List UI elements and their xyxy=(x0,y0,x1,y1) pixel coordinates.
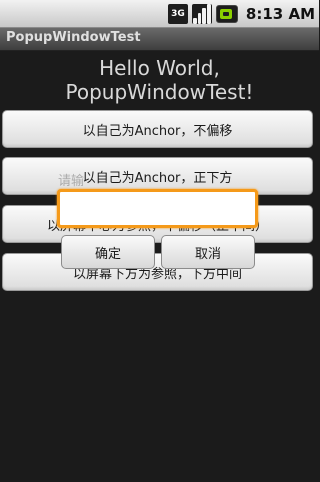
hello-line-1: Hello World, xyxy=(99,56,220,80)
popup-text-input[interactable] xyxy=(57,189,258,228)
ok-button-label: 确定 xyxy=(94,246,121,262)
app-title-bar: PopupWindowTest xyxy=(0,28,319,51)
network-3g-icon: 3G xyxy=(167,4,188,24)
app-title: PopupWindowTest xyxy=(6,30,141,45)
status-time: 8:13 AM xyxy=(245,5,315,23)
button-label: 以自己为Anchor，不偏移 xyxy=(82,123,233,139)
anchor-no-offset-button[interactable]: 以自己为Anchor，不偏移 xyxy=(2,110,313,148)
popup-window: 确定 取消 xyxy=(57,189,258,279)
ghost-hint-text: 请输 xyxy=(58,174,85,189)
signal-icon xyxy=(191,4,212,24)
hello-text: Hello World, PopupWindowTest! xyxy=(0,56,319,104)
status-bar: 3G 8:13 AM xyxy=(0,0,319,28)
cancel-button[interactable]: 取消 xyxy=(161,235,255,269)
button-label: 以自己为Anchor，正下方 xyxy=(82,170,233,186)
ok-button[interactable]: 确定 xyxy=(61,235,155,269)
battery-icon xyxy=(215,5,238,23)
cancel-button-label: 取消 xyxy=(194,246,221,262)
hello-line-2: PopupWindowTest! xyxy=(65,80,254,104)
status-icons: 3G 8:13 AM xyxy=(167,3,315,25)
